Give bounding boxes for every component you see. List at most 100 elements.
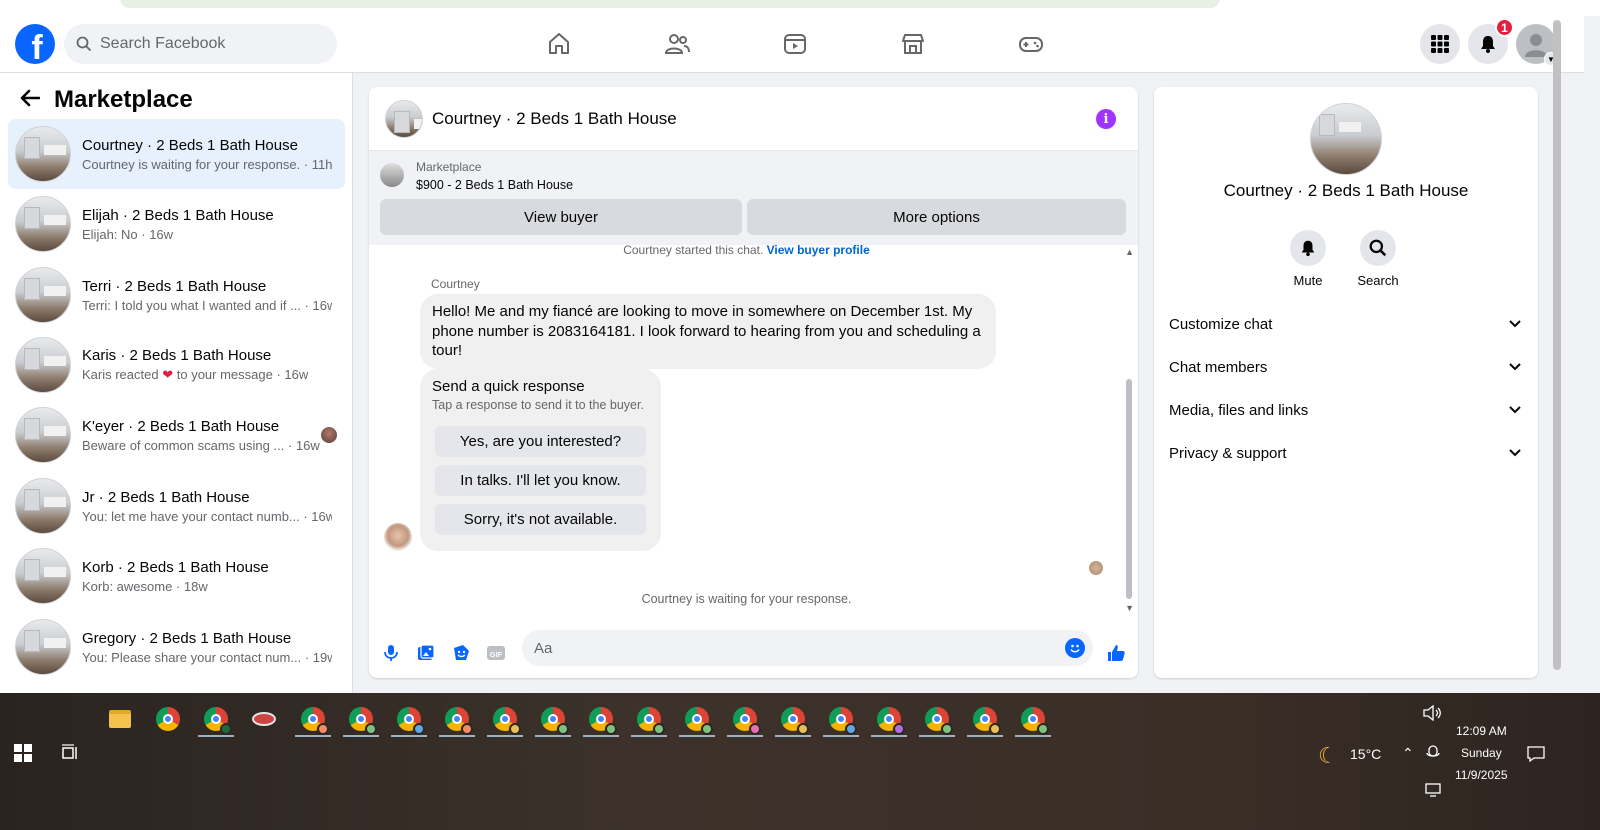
notifications-button[interactable]: 1 <box>1468 18 1514 64</box>
listing-name[interactable]: $900 - 2 Beds 1 Bath House <box>416 178 573 192</box>
chat-scrollbar[interactable] <box>1126 379 1132 599</box>
conversation-item[interactable]: Terri · 2 Beds 1 Bath House Terri: I tol… <box>8 260 345 330</box>
quick-response-title: Send a quick response <box>432 378 585 395</box>
chrome-profile-window[interactable] <box>293 701 333 737</box>
action-center-icon[interactable] <box>1526 745 1546 766</box>
chrome-profile-window[interactable] <box>677 701 717 737</box>
conversation-item[interactable]: Jr · 2 Beds 1 Bath House You: let me hav… <box>8 471 345 541</box>
chrome-profile-window[interactable] <box>533 701 573 737</box>
chat-title[interactable]: Courtney · 2 Beds 1 Bath House <box>432 109 677 129</box>
running-indicator <box>727 735 763 737</box>
chrome-icon <box>1021 707 1049 735</box>
marketplace-icon <box>902 34 924 54</box>
network-icon[interactable] <box>1424 783 1442 800</box>
chrome-profile-window[interactable] <box>485 701 525 737</box>
photo-icon[interactable] <box>415 642 437 664</box>
message-input[interactable] <box>534 639 1054 657</box>
emoji-icon[interactable] <box>1065 638 1085 658</box>
privacy-support-section[interactable]: Privacy & support <box>1169 435 1523 471</box>
chrome-profile-window[interactable] <box>629 701 669 737</box>
quick-reply-button[interactable]: In talks. I'll let you know. <box>435 465 646 496</box>
section-label: Media, files and links <box>1169 401 1309 419</box>
page-scrollbar-thumb[interactable] <box>1553 20 1561 670</box>
quick-reply-button[interactable]: Yes, are you interested? <box>435 426 646 457</box>
search-action[interactable]: Search <box>1348 230 1408 288</box>
clock-time[interactable]: 12:09 AM <box>1456 724 1507 738</box>
info-icon[interactable]: i <box>1096 109 1116 129</box>
chrome-profile-window[interactable] <box>437 701 477 737</box>
chrome-profile-window[interactable] <box>821 701 861 737</box>
chat-started-note: Courtney started this chat. View buyer p… <box>369 243 1124 257</box>
nav-marketplace[interactable] <box>854 16 972 72</box>
page-scrollbar[interactable] <box>1550 16 1562 693</box>
mute-action[interactable]: Mute <box>1278 230 1338 288</box>
chrome-profile-window[interactable] <box>341 701 381 737</box>
sidebar-title: Marketplace <box>54 86 193 113</box>
profile-badge <box>941 723 953 735</box>
nav-video[interactable] <box>736 16 854 72</box>
listing-thumbnail <box>15 407 71 463</box>
conversation-item[interactable]: Courtney · 2 Beds 1 Bath House Courtney … <box>8 119 345 189</box>
conversation-item[interactable]: Gregory · 2 Beds 1 Bath House You: Pleas… <box>8 612 345 682</box>
video-icon <box>784 34 806 54</box>
chrome-profile-window[interactable] <box>917 701 957 737</box>
gif-icon[interactable]: GIF <box>485 642 507 664</box>
view-buyer-profile-link[interactable]: View buyer profile <box>767 243 870 257</box>
chrome-profile-window[interactable] <box>725 701 765 737</box>
listing-thumbnail <box>15 337 71 393</box>
hidden-icons-chevron-icon[interactable]: ⌃ <box>1402 745 1414 762</box>
snipping-tool-app[interactable] <box>244 701 284 737</box>
account-controls: 1 ▼ <box>1420 18 1558 66</box>
conversation-item[interactable]: Karis · 2 Beds 1 Bath House Karis reacte… <box>8 330 345 400</box>
chrome-profile-window[interactable] <box>389 701 429 737</box>
running-indicator <box>535 735 571 737</box>
bell-icon[interactable] <box>1290 230 1326 266</box>
chrome-app[interactable] <box>148 701 188 737</box>
search-input[interactable] <box>100 35 320 53</box>
conversation-title: Jr · 2 Beds 1 Bath House <box>82 488 250 506</box>
chrome-profile-window[interactable] <box>773 701 813 737</box>
search-bar[interactable] <box>64 24 337 64</box>
nav-home[interactable] <box>500 16 618 72</box>
back-arrow-icon[interactable] <box>20 87 54 113</box>
thumbs-up-icon[interactable] <box>1104 642 1128 664</box>
chrome-profile-window[interactable] <box>965 701 1005 737</box>
profile-badge <box>1037 723 1049 735</box>
view-buyer-button[interactable]: View buyer <box>380 199 742 235</box>
start-button[interactable] <box>14 743 32 763</box>
media-files-links-section[interactable]: Media, files and links <box>1169 392 1523 428</box>
volume-icon[interactable] <box>1422 704 1442 724</box>
more-options-button[interactable]: More options <box>747 199 1126 235</box>
conversation-item[interactable]: K'eyer · 2 Beds 1 Bath House Beware of c… <box>8 400 345 470</box>
menu-button[interactable] <box>1420 24 1460 64</box>
quick-reply-button[interactable]: Sorry, it's not available. <box>435 504 646 535</box>
file-explorer-app[interactable] <box>100 701 140 737</box>
details-listing-thumbnail[interactable] <box>1310 103 1382 175</box>
chrome-profile-app[interactable] <box>196 701 236 737</box>
chat-panel: Courtney · 2 Beds 1 Bath House i Marketp… <box>369 87 1138 678</box>
sticker-icon[interactable] <box>450 642 472 664</box>
customize-chat-section[interactable]: Customize chat <box>1169 306 1523 342</box>
sender-avatar[interactable] <box>384 523 412 551</box>
conversation-item[interactable]: Elijah · 2 Beds 1 Bath House Elijah: No … <box>8 189 345 259</box>
chrome-icon <box>493 707 521 735</box>
section-label: Chat members <box>1169 358 1268 376</box>
microphone-icon[interactable] <box>380 642 402 664</box>
nav-gaming[interactable] <box>972 16 1090 72</box>
meet-now-icon[interactable] <box>1426 745 1440 764</box>
clock-date: 11/9/2025 <box>1455 768 1508 782</box>
facebook-logo[interactable]: f <box>15 24 55 67</box>
chat-members-section[interactable]: Chat members <box>1169 349 1523 385</box>
message-input-box[interactable] <box>522 630 1093 666</box>
scroll-down-arrow-icon[interactable]: ▼ <box>1125 603 1134 613</box>
chrome-profile-window[interactable] <box>1013 701 1053 737</box>
weather-temperature[interactable]: 15°C <box>1350 746 1381 762</box>
task-view-button[interactable] <box>60 743 80 763</box>
chat-listing-thumbnail[interactable] <box>385 99 423 138</box>
nav-friends[interactable] <box>618 16 736 72</box>
scroll-up-arrow-icon[interactable]: ▲ <box>1125 247 1134 257</box>
conversation-item[interactable]: Korb · 2 Beds 1 Bath House Korb: awesome… <box>8 541 345 611</box>
chrome-profile-window[interactable] <box>581 701 621 737</box>
chrome-profile-window[interactable] <box>869 701 909 737</box>
search-icon[interactable] <box>1360 230 1396 266</box>
